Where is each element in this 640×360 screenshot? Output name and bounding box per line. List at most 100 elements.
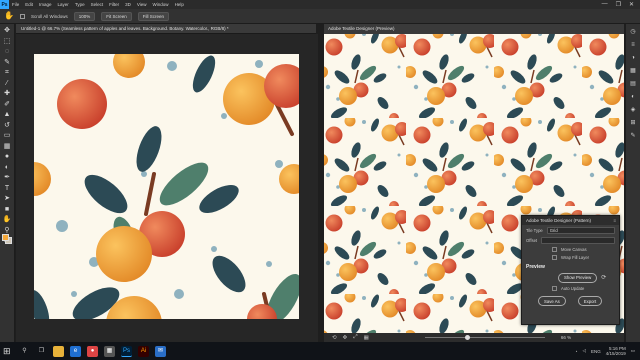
foreground-color-swatch[interactable] [2, 234, 9, 241]
task-view-icon[interactable]: ❐ [36, 346, 47, 357]
fill-screen-button[interactable]: Fill Screen [137, 11, 170, 21]
grid-icon[interactable]: ▦ [364, 335, 369, 341]
panel-actions: Save As Export [522, 292, 619, 308]
libraries-icon[interactable]: ▤ [629, 80, 638, 89]
save-as-button[interactable]: Save As [538, 296, 566, 306]
minimize-icon[interactable]: — [602, 1, 608, 8]
marquee-icon[interactable]: ⬚ [2, 37, 13, 48]
refresh-icon[interactable]: ⟳ [601, 274, 606, 281]
scroll-all-windows-label: Scroll All Windows [31, 13, 68, 19]
pen-icon[interactable]: ✒ [2, 173, 13, 184]
brush-icon[interactable]: ✐ [2, 100, 13, 111]
healing-icon[interactable]: ✚ [2, 89, 13, 100]
panel-title: Adobe Textile Designer (Pattern) [526, 218, 591, 223]
crop-icon[interactable]: ⌗ [2, 68, 13, 79]
panel-header[interactable]: Adobe Textile Designer (Pattern) ≡ [522, 216, 619, 225]
zoom-100-button[interactable]: 100% [73, 11, 96, 21]
paths-icon[interactable]: ✎ [629, 132, 638, 141]
windows-taskbar: ⊞ ⚲ ❐ e ● ▦ Ps Ai ✉ ◔ ◁ ENG 5:16 PM 4/15… [0, 342, 640, 360]
tile-type-select[interactable]: Grid [546, 226, 615, 234]
show-preview-row: Show Preview ⟳ [522, 271, 619, 284]
menu-file[interactable]: File [9, 2, 22, 7]
gradient-icon[interactable]: ▦ [2, 142, 13, 153]
fit-screen-button[interactable]: Fit Screen [101, 11, 132, 21]
auto-update-row: Auto Update [522, 284, 619, 292]
eyedropper-icon[interactable]: ⁄ [2, 79, 13, 90]
document-tab[interactable]: Untitled-1 @ 66.7% (Seamless pattern of … [16, 24, 316, 34]
document-workspace[interactable] [16, 34, 318, 342]
menu-image[interactable]: Image [36, 2, 55, 7]
rotate-icon[interactable]: ⟲ [332, 335, 337, 341]
adjustments-icon[interactable]: ◐ [629, 93, 638, 102]
move-canvas-checkbox[interactable] [552, 246, 557, 252]
preview-tab[interactable]: Adobe Textile Designer (Preview) [324, 24, 624, 34]
zoom-slider-handle[interactable] [464, 335, 470, 340]
export-button[interactable]: Export [577, 296, 603, 306]
preview-footer: ⟲ ✥ ⤢ ▦ 66 % [324, 333, 624, 342]
offset-select[interactable] [541, 236, 615, 244]
taskbar-app-photoshop-icon[interactable]: Ps [121, 345, 132, 357]
clock[interactable]: 5:16 PM 4/15/2019 [606, 346, 626, 357]
windows-start-icon[interactable]: ⊞ [3, 346, 13, 356]
notifications-icon[interactable]: ▭ [631, 348, 635, 354]
eraser-icon[interactable]: ▭ [2, 131, 13, 142]
show-preview-button[interactable]: Show Preview [558, 272, 598, 283]
volume-icon[interactable]: ◁ [582, 348, 585, 354]
shape-icon[interactable]: ■ [2, 205, 13, 216]
channels-icon[interactable]: ⊞ [629, 119, 638, 128]
history-brush-icon[interactable]: ↺ [2, 121, 13, 132]
pan-icon[interactable]: ✥ [343, 335, 348, 341]
taskbar-app-edge-icon[interactable]: e [70, 345, 81, 357]
move-icon[interactable]: ✥ [2, 26, 13, 37]
taskbar-app-mail-icon[interactable]: ✉ [155, 345, 166, 357]
pattern-artwork [34, 54, 299, 319]
stamp-icon[interactable]: ▲ [2, 110, 13, 121]
lasso-icon[interactable]: ◌ [2, 47, 13, 58]
menu-edit[interactable]: Edit [22, 2, 36, 7]
auto-update-label: Auto Update [561, 285, 585, 291]
taskbar-app-explorer-icon[interactable] [53, 345, 64, 357]
restore-icon[interactable]: ❐ [616, 1, 621, 8]
language-indicator[interactable]: ENG [591, 349, 601, 354]
hand-tool-icon[interactable]: ✋ [4, 11, 14, 21]
taskbar-app-store-icon[interactable]: ▦ [104, 345, 115, 357]
menu-3d[interactable]: 3D [122, 2, 134, 7]
photoshop-logo[interactable]: Ps [0, 0, 9, 9]
taskbar-app-chrome-icon[interactable]: ● [87, 345, 98, 357]
color-icon[interactable]: ◑ [629, 54, 638, 63]
swatches-icon[interactable]: ▦ [629, 67, 638, 76]
menu-type[interactable]: Type [72, 2, 88, 7]
dodge-icon[interactable]: ◐ [2, 163, 13, 174]
move-canvas-row: Move Canvas [522, 245, 619, 253]
auto-update-checkbox[interactable] [552, 285, 557, 291]
properties-icon[interactable]: ≡ [629, 41, 638, 50]
hand-icon[interactable]: ✋ [2, 215, 13, 226]
tools-panel: ✥ ⬚ ◌ ✎ ⌗ ⁄ ✚ ✐ ▲ ↺ ▭ ▦ ● ◐ ✒ T ➤ ■ ✋ ⚲ … [0, 24, 15, 342]
tile-type-label: Tile Type [526, 227, 543, 233]
scroll-all-windows-checkbox[interactable] [20, 13, 25, 19]
menu-help[interactable]: Help [172, 2, 187, 7]
panel-menu-icon[interactable]: ≡ [613, 216, 616, 225]
search-icon[interactable]: ⚲ [19, 346, 30, 357]
wrap-fill-layer-label: Wrap Fill Layer [561, 254, 590, 260]
path-select-icon[interactable]: ➤ [2, 194, 13, 205]
history-icon[interactable]: ◷ [629, 28, 638, 37]
document-canvas[interactable] [34, 54, 299, 319]
fit-icon[interactable]: ⤢ [353, 334, 357, 341]
zoom-slider[interactable] [424, 335, 545, 340]
menu-filter[interactable]: Filter [106, 2, 122, 7]
menu-select[interactable]: Select [88, 2, 107, 7]
menu-layer[interactable]: Layer [55, 2, 72, 7]
layers-icon[interactable]: ◈ [629, 106, 638, 115]
type-icon[interactable]: T [2, 184, 13, 195]
network-icon[interactable]: ◔ [575, 349, 578, 354]
menu-view[interactable]: View [134, 2, 150, 7]
wrap-fill-layer-checkbox[interactable] [552, 254, 557, 260]
quick-select-icon[interactable]: ✎ [2, 58, 13, 69]
close-icon[interactable]: ✕ [629, 1, 634, 8]
blur-icon[interactable]: ● [2, 152, 13, 163]
taskbar-app-illustrator-icon[interactable]: Ai [138, 345, 149, 357]
preview-zoom-value: 66 % [560, 335, 572, 340]
options-bar: ✋ Scroll All Windows 100% Fit Screen Fil… [0, 9, 640, 24]
menu-window[interactable]: Window [150, 2, 172, 7]
